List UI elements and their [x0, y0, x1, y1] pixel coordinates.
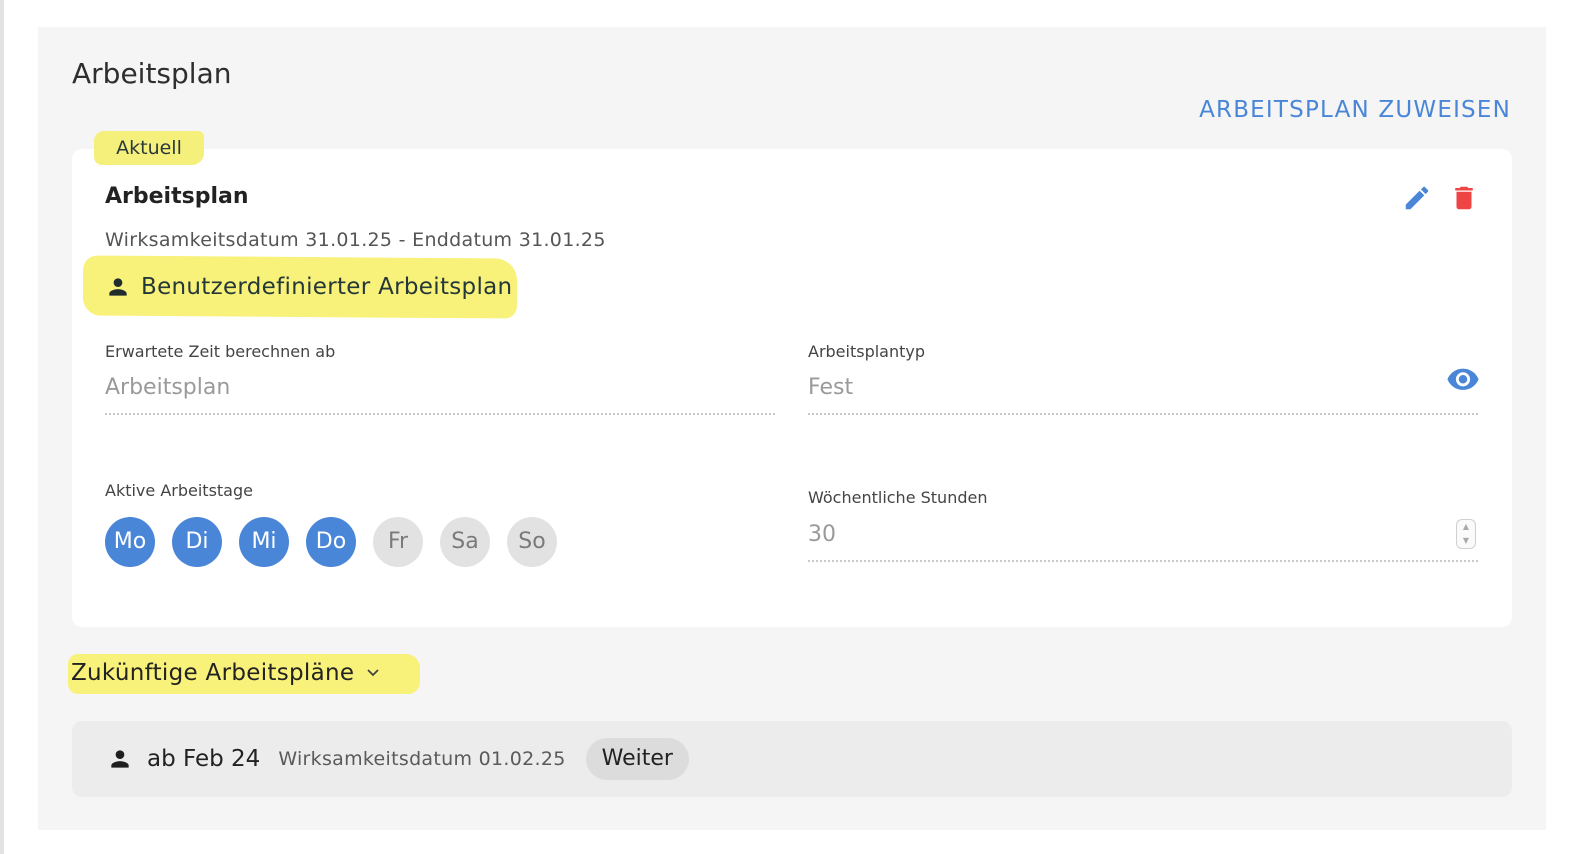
schedule-type-label: Arbeitsplantyp: [808, 342, 926, 361]
trash-icon[interactable]: [1449, 183, 1479, 213]
section-title: Arbeitsplan: [72, 57, 232, 90]
future-schedule-item: ab Feb 24 Wirksamkeitsdatum 01.02.25 Wei…: [72, 721, 1512, 797]
stepper-down-icon[interactable]: ▼: [1457, 534, 1475, 548]
pencil-icon[interactable]: [1402, 183, 1432, 213]
day-fr[interactable]: Fr: [373, 517, 423, 567]
person-icon: [111, 750, 129, 768]
continue-button[interactable]: Weiter: [585, 738, 689, 780]
day-so[interactable]: So: [507, 517, 557, 567]
future-schedules-title: Zukünftige Arbeitspläne: [71, 660, 355, 686]
calc-from-label: Erwartete Zeit berechnen ab: [105, 342, 336, 361]
current-schedule-card: Arbeitsplan Wirksamkeitsdatum 31.01.25 -…: [72, 149, 1512, 627]
eye-icon[interactable]: [1446, 367, 1480, 393]
calc-from-underline: [105, 413, 775, 415]
calc-from-field[interactable]: Arbeitsplan: [105, 375, 230, 400]
future-from-label: ab Feb 24: [147, 746, 261, 772]
day-sa[interactable]: Sa: [440, 517, 490, 567]
card-title: Arbeitsplan: [105, 184, 249, 209]
person-icon: [109, 278, 127, 296]
weekly-hours-input[interactable]: 30: [808, 522, 836, 547]
future-effective-date: Wirksamkeitsdatum 01.02.25: [278, 748, 566, 770]
day-di[interactable]: Di: [172, 517, 222, 567]
schedule-type-field[interactable]: Fest: [808, 375, 853, 400]
stepper-up-icon[interactable]: ▲: [1457, 520, 1475, 534]
day-mo[interactable]: Mo: [105, 517, 155, 567]
hours-stepper[interactable]: ▲ ▼: [1456, 519, 1476, 549]
day-mi[interactable]: Mi: [239, 517, 289, 567]
plan-type-row: Benutzerdefinierter Arbeitsplan: [105, 267, 512, 307]
chevron-down-icon: [367, 669, 379, 677]
left-border: [0, 0, 4, 854]
weekly-hours-label: Wöchentliche Stunden: [808, 488, 988, 507]
active-days-selector: Mo Di Mi Do Fr Sa So: [105, 517, 557, 567]
future-schedules-toggle[interactable]: Zukünftige Arbeitspläne: [71, 656, 380, 690]
assign-schedule-link[interactable]: ARBEITSPLAN ZUWEISEN: [1199, 97, 1511, 123]
plan-name: Benutzerdefinierter Arbeitsplan: [141, 274, 513, 300]
weekly-hours-underline: [808, 560, 1478, 562]
effective-dates: Wirksamkeitsdatum 31.01.25 - Enddatum 31…: [105, 229, 606, 251]
active-days-label: Aktive Arbeitstage: [105, 481, 253, 500]
day-do[interactable]: Do: [306, 517, 356, 567]
work-schedule-panel: Arbeitsplan ARBEITSPLAN ZUWEISEN Arbeits…: [38, 27, 1546, 830]
current-badge: Aktuell: [94, 131, 204, 165]
schedule-type-underline: [808, 413, 1478, 415]
